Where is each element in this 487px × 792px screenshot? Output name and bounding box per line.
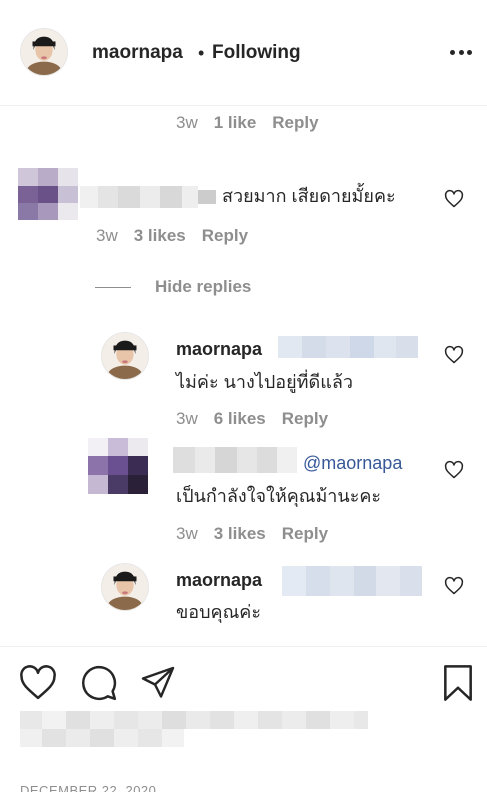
comment-1-meta: 3w 3 likes Reply (96, 226, 248, 246)
comment-icon[interactable] (80, 664, 118, 702)
reply-1-like-heart-icon[interactable] (444, 345, 464, 365)
comment-1-avatar[interactable] (18, 168, 78, 220)
profile-avatar-image (21, 29, 67, 75)
previous-comment-meta: 3w 1 like Reply (176, 113, 319, 133)
reply-1-meta: 3w 6 likes Reply (176, 409, 328, 429)
heart-icon[interactable] (19, 665, 57, 701)
reply-2-like-heart-icon[interactable] (444, 460, 464, 480)
reply-button[interactable]: Reply (202, 226, 248, 246)
reply-3-like-heart-icon[interactable] (444, 576, 464, 596)
reply-3-text: ขอบคุณค่ะ (176, 602, 261, 622)
reply-button[interactable]: Reply (282, 524, 328, 544)
reply-2-username-redacted[interactable] (173, 447, 297, 473)
reply-2-text: เป็นกำลังใจให้คุณม้านะคะ (176, 486, 382, 506)
comment-time: 3w (176, 113, 198, 132)
reply-3-avatar[interactable] (101, 563, 149, 611)
likes-summary-redacted[interactable] (20, 711, 368, 747)
reply-3-username[interactable]: maornapa (176, 570, 262, 591)
share-icon[interactable] (140, 665, 176, 701)
post-date: DECEMBER 22, 2020 (20, 783, 157, 792)
reply-1-avatar-image (102, 333, 148, 379)
comment-likes[interactable]: 6 likes (214, 409, 266, 429)
reply-button[interactable]: Reply (272, 113, 318, 133)
reply-1-text: ไม่ค่ะ นางไปอยู่ที่ดีแล้ว (176, 372, 353, 392)
following-button[interactable]: Following (212, 42, 301, 64)
comment-time: 3w (96, 226, 118, 245)
comment-likes[interactable]: 1 like (214, 113, 257, 133)
comment-time: 3w (176, 524, 198, 543)
header-separator: • (198, 43, 205, 63)
header-username[interactable]: maornapa (92, 42, 183, 64)
reply-2-meta: 3w 3 likes Reply (176, 524, 328, 544)
reply-3-avatar-image (102, 564, 148, 610)
comment-likes[interactable]: 3 likes (134, 226, 186, 246)
reply-1-mention-redacted[interactable] (278, 336, 418, 358)
hide-replies-button[interactable]: Hide replies (155, 277, 251, 297)
reply-1-avatar[interactable] (101, 332, 149, 380)
post-header: maornapa • Following (0, 0, 487, 106)
comment-1-like-heart-icon[interactable] (444, 189, 464, 209)
reply-3-mention-redacted[interactable] (282, 566, 422, 596)
hide-replies-line (95, 287, 131, 288)
reply-button[interactable]: Reply (282, 409, 328, 429)
more-options-icon[interactable] (450, 40, 472, 64)
comment-likes[interactable]: 3 likes (214, 524, 266, 544)
post-actions: DECEMBER 22, 2020 (0, 646, 487, 792)
bookmark-icon[interactable] (441, 664, 475, 702)
profile-avatar[interactable] (20, 28, 68, 76)
comment-1-username-redacted[interactable] (80, 186, 216, 208)
reply-2-mention[interactable]: @maornapa (303, 453, 402, 474)
reply-1-username[interactable]: maornapa (176, 339, 262, 360)
comment-1-text: สวยมาก เสียดายมั้ยคะ (222, 186, 396, 206)
comment-time: 3w (176, 409, 198, 428)
reply-2-avatar[interactable] (88, 438, 148, 494)
